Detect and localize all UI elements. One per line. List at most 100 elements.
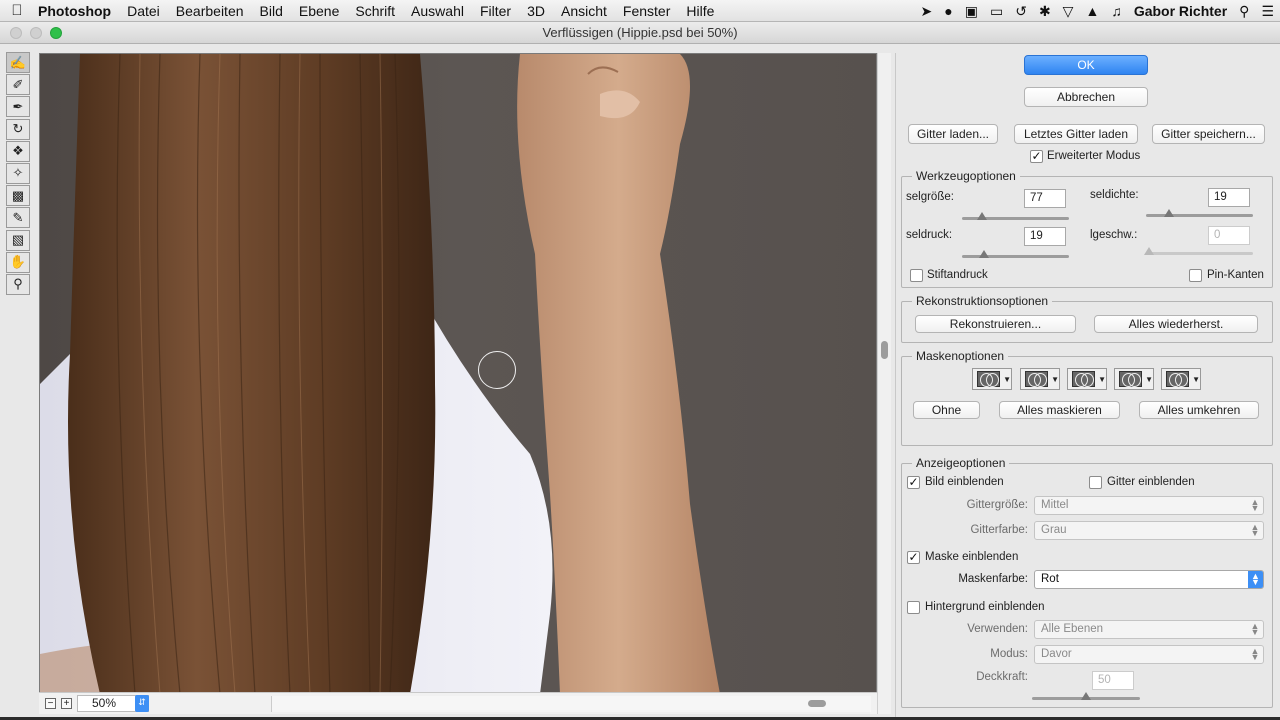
- brush-size-input[interactable]: 77: [1024, 189, 1066, 208]
- bluetooth-icon[interactable]: ✱: [1033, 3, 1057, 20]
- stylus-pressure-label: Stiftandruck: [927, 269, 988, 281]
- brush-density-input[interactable]: 19: [1208, 188, 1250, 207]
- brush-pressure-input[interactable]: 19: [1024, 227, 1066, 246]
- brush-cursor: [478, 351, 516, 389]
- mask-invert-icon[interactable]: ▼: [1161, 368, 1201, 390]
- save-mesh-button[interactable]: Gitter speichern...: [1152, 124, 1265, 144]
- twirl-tool-icon[interactable]: ↻: [6, 118, 30, 140]
- list-icon[interactable]: ☰: [1255, 3, 1280, 20]
- mask-intersect-icon[interactable]: ▼: [1114, 368, 1154, 390]
- load-last-mesh-button[interactable]: Letztes Gitter laden: [1014, 124, 1138, 144]
- mesh-size-select: Mittel ▲ ▼: [1034, 496, 1264, 515]
- user-name[interactable]: Gabor Richter: [1128, 3, 1233, 19]
- pin-edges-label: Pin-Kanten: [1207, 269, 1264, 281]
- ok-button[interactable]: OK: [1024, 55, 1148, 75]
- show-mesh-checkbox[interactable]: [1089, 476, 1102, 489]
- menu-hilfe[interactable]: Hilfe: [678, 3, 722, 19]
- zoom-in-button[interactable]: +: [61, 698, 72, 709]
- brush-pressure-slider[interactable]: [962, 250, 1069, 258]
- bloat-tool-icon[interactable]: ✧: [6, 162, 30, 184]
- show-image-checkbox[interactable]: ✓: [907, 476, 920, 489]
- show-backdrop-label: Hintergrund einblenden: [925, 601, 1045, 613]
- opacity-slider[interactable]: [1032, 692, 1140, 700]
- mask-subtract-icon[interactable]: ▼: [1067, 368, 1107, 390]
- menu-3d[interactable]: 3D: [519, 3, 553, 19]
- maximize-button[interactable]: [50, 27, 62, 39]
- tool-options-group: Werkzeugoptionen selgröße: 77 seldichte:…: [901, 169, 1273, 288]
- menu-ebene[interactable]: Ebene: [291, 3, 347, 19]
- invert-all-button[interactable]: Alles umkehren: [1139, 401, 1259, 419]
- pucker-tool-icon[interactable]: ❖: [6, 140, 30, 162]
- hand-tool-icon[interactable]: ✋: [6, 251, 30, 273]
- advanced-mode-label: Erweiterter Modus: [1047, 150, 1141, 162]
- forward-warp-tool-icon[interactable]: ✍: [6, 52, 30, 73]
- brush-size-label: selgröße:: [906, 191, 954, 203]
- menu-bild[interactable]: Bild: [252, 3, 291, 19]
- mask-replace-icon[interactable]: ▼: [972, 368, 1012, 390]
- cancel-button[interactable]: Abbrechen: [1024, 87, 1148, 107]
- tool-options-legend: Werkzeugoptionen: [912, 169, 1020, 183]
- mesh-color-label: Gitterfarbe:: [970, 524, 1028, 536]
- volume-icon[interactable]: ♫: [1105, 3, 1128, 19]
- eject-icon[interactable]: ▲: [1079, 3, 1105, 19]
- reconstruct-options-group: Rekonstruktionsoptionen Rekonstruieren..…: [901, 294, 1273, 343]
- push-left-tool-icon[interactable]: ▩: [6, 185, 30, 207]
- use-select: Alle Ebenen ▲ ▼: [1034, 620, 1264, 639]
- mask-none-button[interactable]: Ohne: [913, 401, 980, 419]
- menu-bearbeiten[interactable]: Bearbeiten: [168, 3, 252, 19]
- menu-datei[interactable]: Datei: [119, 3, 168, 19]
- search-icon[interactable]: ⚲: [1233, 3, 1255, 20]
- minimize-button[interactable]: [30, 27, 42, 39]
- mask-color-select[interactable]: Rot ▲ ▼: [1034, 570, 1264, 589]
- mask-add-icon[interactable]: ▼: [1020, 368, 1060, 390]
- wifi-icon[interactable]: ▽: [1057, 3, 1080, 20]
- load-mesh-button[interactable]: Gitter laden...: [908, 124, 998, 144]
- thaw-mask-tool-icon[interactable]: ▧: [6, 229, 30, 251]
- zoom-out-button[interactable]: −: [45, 698, 56, 709]
- smooth-tool-icon[interactable]: ✒: [6, 96, 30, 118]
- liquify-window: Verflüssigen (Hippie.psd bei 50%) ✍ ✐ ✒ …: [0, 22, 1280, 717]
- stylus-pressure-checkbox[interactable]: [910, 269, 923, 282]
- extension-icon[interactable]: ➤: [915, 3, 939, 20]
- zoom-tool-icon[interactable]: ⚲: [6, 273, 30, 295]
- menu-fenster[interactable]: Fenster: [615, 3, 678, 19]
- tool-column: ✍ ✐ ✒ ↻ ❖ ✧ ▩ ✎ ▧ ✋ ⚲: [6, 52, 32, 296]
- restore-all-button[interactable]: Alles wiederherst.: [1094, 315, 1258, 333]
- mesh-size-label: Gittergröße:: [966, 499, 1028, 511]
- show-mask-checkbox[interactable]: ✓: [907, 551, 920, 564]
- brush-density-slider[interactable]: [1146, 209, 1253, 217]
- status-bar: − + 50% ⇵: [39, 692, 877, 714]
- apple-icon[interactable]: : [0, 2, 34, 19]
- reconstruct-options-legend: Rekonstruktionsoptionen: [912, 294, 1053, 308]
- menu-ansicht[interactable]: Ansicht: [553, 3, 615, 19]
- reconstruct-button[interactable]: Rekonstruieren...: [915, 315, 1076, 333]
- airplay-icon[interactable]: ▭: [984, 3, 1009, 20]
- show-image-label: Bild einblenden: [925, 476, 1004, 488]
- show-backdrop-checkbox[interactable]: [907, 601, 920, 614]
- time-machine-icon[interactable]: ↺: [1009, 3, 1033, 20]
- close-button[interactable]: [10, 27, 22, 39]
- menu-app-name[interactable]: Photoshop: [34, 3, 119, 19]
- menu-auswahl[interactable]: Auswahl: [403, 3, 472, 19]
- display-icon[interactable]: ▣: [959, 3, 984, 20]
- menu-filter[interactable]: Filter: [472, 3, 519, 19]
- opacity-label: Deckkraft:: [976, 671, 1028, 683]
- horizontal-scrollbar[interactable]: [271, 696, 871, 712]
- photo-image: [40, 54, 720, 692]
- menu-bar:  Photoshop Datei Bearbeiten Bild Ebene …: [0, 0, 1280, 22]
- liquify-options-panel: OK Abbrechen Gitter laden... Letztes Git…: [895, 53, 1280, 717]
- zoom-dropdown-icon[interactable]: ⇵: [135, 695, 149, 712]
- mask-all-button[interactable]: Alles maskieren: [999, 401, 1120, 419]
- freeze-mask-tool-icon[interactable]: ✎: [6, 207, 30, 229]
- opacity-input: 50: [1092, 671, 1134, 690]
- vertical-scrollbar[interactable]: [877, 53, 891, 714]
- advanced-mode-checkbox[interactable]: ✓: [1030, 150, 1043, 163]
- image-canvas[interactable]: [39, 53, 877, 693]
- menu-schrift[interactable]: Schrift: [347, 3, 403, 19]
- pin-edges-checkbox[interactable]: [1189, 269, 1202, 282]
- reconstruct-tool-icon[interactable]: ✐: [6, 74, 30, 96]
- mode-select: Davor ▲ ▼: [1034, 645, 1264, 664]
- hat-icon[interactable]: ●: [938, 3, 958, 19]
- brush-size-slider[interactable]: [962, 212, 1069, 220]
- brush-rate-slider: [1144, 247, 1253, 255]
